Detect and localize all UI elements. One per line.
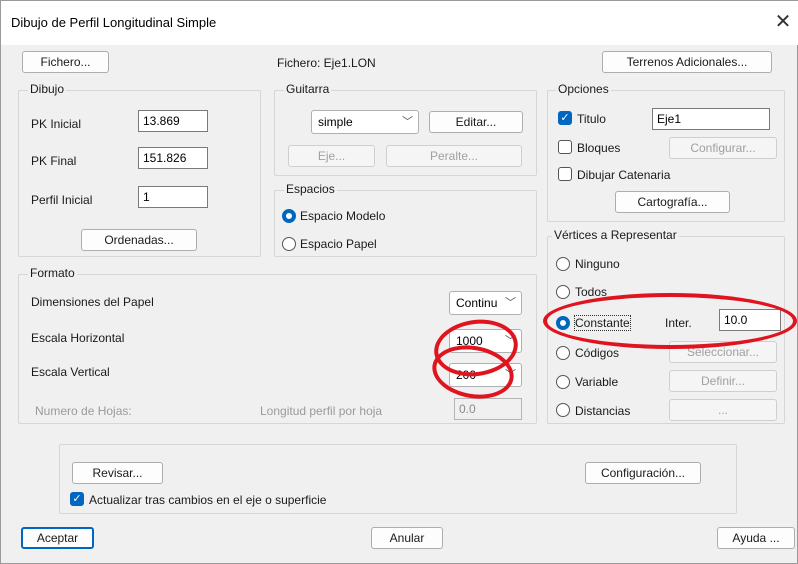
espacio-papel-label: Espacio Papel bbox=[300, 237, 377, 251]
pk-inicial-label: PK Inicial bbox=[31, 117, 82, 131]
variable-radio[interactable] bbox=[556, 375, 570, 389]
catenaria-label: Dibujar Catenaria bbox=[577, 168, 671, 182]
aceptar-button[interactable]: Aceptar bbox=[21, 527, 94, 549]
cartografia-button[interactable]: Cartografía... bbox=[615, 191, 730, 213]
codigos-label: Códigos bbox=[575, 346, 620, 360]
actualizar-checkbox[interactable]: ✓ bbox=[70, 492, 84, 506]
vertices-group-title: Vértices a Representar bbox=[552, 228, 679, 242]
longitud-perfil-label: Longitud perfil por hoja bbox=[260, 404, 383, 418]
constante-radio[interactable] bbox=[556, 316, 570, 330]
close-icon[interactable]: ✕ bbox=[771, 10, 795, 34]
perfil-inicial-input[interactable]: 1 bbox=[138, 186, 208, 208]
longitud-perfil-input[interactable]: 0.0 bbox=[454, 398, 522, 420]
configurar-button[interactable]: Configurar... bbox=[669, 137, 777, 159]
escala-horizontal-value: 1000 bbox=[456, 334, 483, 348]
distancias-button[interactable]: ... bbox=[669, 399, 777, 421]
catenaria-checkbox[interactable] bbox=[558, 167, 572, 181]
pk-final-input[interactable]: 151.826 bbox=[138, 147, 208, 169]
dimensiones-papel-label: Dimensiones del Papel bbox=[31, 295, 154, 309]
definir-button[interactable]: Definir... bbox=[669, 370, 777, 392]
titulo-label: Titulo bbox=[577, 112, 606, 126]
anular-button[interactable]: Anular bbox=[371, 527, 443, 549]
variable-label: Variable bbox=[575, 375, 619, 389]
inter-label: Inter. bbox=[665, 316, 692, 330]
espacios-group-title: Espacios bbox=[284, 182, 337, 196]
dimensiones-papel-value: Continu bbox=[456, 296, 498, 310]
espacio-modelo-radio[interactable] bbox=[282, 209, 296, 223]
bloques-label: Bloques bbox=[577, 141, 621, 155]
constante-label: Constante bbox=[574, 315, 631, 331]
ninguno-radio[interactable] bbox=[556, 257, 570, 271]
ordenadas-button[interactable]: Ordenadas... bbox=[81, 229, 197, 251]
guitarra-select[interactable]: simple ﹀ bbox=[311, 110, 419, 134]
escala-vertical-label: Escala Vertical bbox=[31, 365, 110, 379]
formato-group-title: Formato bbox=[28, 266, 77, 280]
revisar-button[interactable]: Revisar... bbox=[72, 462, 163, 484]
guitarra-select-value: simple bbox=[318, 115, 353, 129]
seleccionar-button[interactable]: Seleccionar... bbox=[669, 341, 777, 363]
chevron-down-icon: ﹀ bbox=[505, 335, 516, 347]
distancias-label: Distancias bbox=[575, 404, 631, 418]
codigos-radio[interactable] bbox=[556, 346, 570, 360]
dimensiones-papel-select[interactable]: Continu ﹀ bbox=[449, 291, 522, 315]
chevron-down-icon: ﹀ bbox=[505, 297, 516, 309]
dialog: Dibujo de Perfil Longitudinal Simple ✕ F… bbox=[0, 0, 798, 564]
numero-hojas-label: Numero de Hojas: bbox=[35, 404, 132, 418]
todos-radio[interactable] bbox=[556, 285, 570, 299]
distancias-radio[interactable] bbox=[556, 403, 570, 417]
configuracion-button[interactable]: Configuración... bbox=[585, 462, 701, 484]
escala-vertical-value: 200 bbox=[456, 368, 477, 382]
perfil-inicial-label: Perfil Inicial bbox=[31, 193, 93, 207]
peralte-button[interactable]: Peralte... bbox=[386, 145, 522, 167]
pk-final-label: PK Final bbox=[31, 154, 77, 168]
editar-button[interactable]: Editar... bbox=[429, 111, 523, 133]
title-bar: Dibujo de Perfil Longitudinal Simple ✕ bbox=[1, 1, 798, 45]
escala-vertical-select[interactable]: 200 ﹀ bbox=[449, 363, 522, 387]
bloques-checkbox[interactable] bbox=[558, 140, 572, 154]
ninguno-label: Ninguno bbox=[575, 257, 620, 271]
escala-horizontal-select[interactable]: 1000 ﹀ bbox=[449, 329, 522, 353]
chevron-down-icon: ﹀ bbox=[505, 369, 516, 381]
guitarra-group-title: Guitarra bbox=[284, 82, 332, 96]
eje-button[interactable]: Eje... bbox=[288, 145, 375, 167]
pk-inicial-input[interactable]: 13.869 bbox=[138, 110, 208, 132]
ayuda-button[interactable]: Ayuda ... bbox=[717, 527, 795, 549]
titulo-checkbox[interactable]: ✓ bbox=[558, 111, 572, 125]
fichero-label: Fichero: Eje1.LON bbox=[277, 56, 376, 70]
actualizar-label: Actualizar tras cambios en el eje o supe… bbox=[89, 493, 327, 507]
todos-label: Todos bbox=[575, 285, 608, 299]
opciones-group-title: Opciones bbox=[556, 82, 611, 96]
espacio-modelo-label: Espacio Modelo bbox=[300, 209, 386, 223]
titulo-input[interactable]: Eje1 bbox=[652, 108, 770, 130]
fichero-button[interactable]: Fichero... bbox=[22, 51, 109, 73]
terrenos-adicionales-button[interactable]: Terrenos Adicionales... bbox=[602, 51, 772, 73]
espacio-papel-radio[interactable] bbox=[282, 237, 296, 251]
chevron-down-icon: ﹀ bbox=[402, 116, 413, 128]
window-title: Dibujo de Perfil Longitudinal Simple bbox=[11, 15, 217, 30]
inter-input[interactable]: 10.0 bbox=[719, 309, 781, 331]
dibujo-group-title: Dibujo bbox=[28, 82, 67, 96]
escala-horizontal-label: Escala Horizontal bbox=[31, 331, 125, 345]
